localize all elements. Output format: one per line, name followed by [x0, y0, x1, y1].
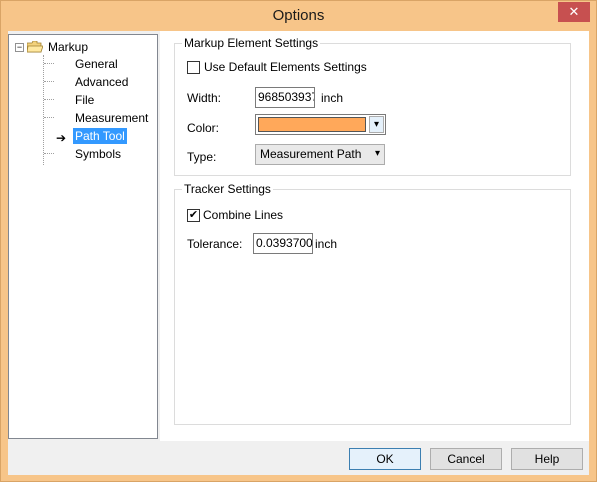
tree-connector [44, 99, 54, 100]
tree-item-file[interactable]: File [73, 92, 96, 108]
combine-lines-label[interactable]: Combine Lines [203, 208, 283, 222]
title-bar[interactable]: Options ✕ [1, 1, 596, 31]
close-icon: ✕ [568, 4, 580, 19]
tree-item-symbols[interactable]: Symbols [73, 146, 123, 162]
help-button[interactable]: Help [511, 448, 583, 470]
button-bar: OK Cancel Help [8, 441, 589, 475]
window-title: Options [272, 7, 325, 24]
tree-root-markup[interactable]: − Markup [15, 39, 88, 55]
tolerance-unit-label: inch [315, 237, 338, 251]
dialog-client: − Markup General Advanced File Measureme… [8, 31, 589, 475]
tree-connector [44, 153, 54, 154]
type-select[interactable]: Measurement Path ▾ [255, 144, 385, 165]
type-select-value: Measurement Path [260, 147, 362, 161]
ok-button[interactable]: OK [349, 448, 421, 470]
tolerance-field[interactable]: 0.03937007 [253, 233, 313, 254]
folder-open-icon [26, 40, 44, 53]
group-title: Tracker Settings [182, 182, 273, 196]
tree-item-advanced[interactable]: Advanced [73, 74, 130, 90]
color-label: Color: [187, 121, 220, 135]
arrow-right-icon: ➔ [56, 131, 67, 145]
tracker-settings-group: Tracker Settings ✔ Combine Lines Toleran… [174, 182, 571, 425]
chevron-down-icon: ▾ [374, 148, 380, 159]
checkmark-icon: ✔ [188, 209, 199, 221]
tree-item-path-tool[interactable]: Path Tool [73, 128, 127, 144]
group-title: Markup Element Settings [182, 36, 321, 50]
settings-panel: Markup Element Settings Use Default Elem… [159, 31, 589, 441]
close-button[interactable]: ✕ [558, 2, 590, 22]
color-swatch [258, 117, 366, 132]
cancel-button[interactable]: Cancel [430, 448, 502, 470]
markup-element-settings-group: Markup Element Settings Use Default Elem… [174, 36, 571, 176]
tree-connector [43, 55, 44, 165]
tolerance-label: Tolerance: [187, 237, 243, 251]
options-tree[interactable]: − Markup General Advanced File Measureme… [8, 34, 158, 439]
width-label: Width: [187, 91, 222, 105]
use-default-checkbox[interactable] [187, 61, 200, 74]
tree-connector [44, 63, 54, 64]
tree-connector [44, 81, 54, 82]
tree-item-measurement[interactable]: Measurement [73, 110, 150, 126]
collapse-icon[interactable]: − [15, 42, 24, 52]
tree-item-general[interactable]: General [73, 56, 120, 72]
tree-root-label: Markup [48, 40, 89, 54]
chevron-down-icon[interactable]: ▾ [369, 116, 384, 133]
tree-connector [44, 117, 54, 118]
width-field[interactable]: 968503937 [255, 87, 315, 108]
options-window: Options ✕ − Markup General Advanced File… [0, 0, 597, 482]
color-picker[interactable]: ▾ [255, 114, 386, 135]
combine-lines-checkbox[interactable]: ✔ [187, 209, 200, 222]
type-label: Type: [187, 150, 217, 164]
width-unit-label: inch [321, 91, 344, 105]
use-default-label[interactable]: Use Default Elements Settings [204, 60, 367, 74]
